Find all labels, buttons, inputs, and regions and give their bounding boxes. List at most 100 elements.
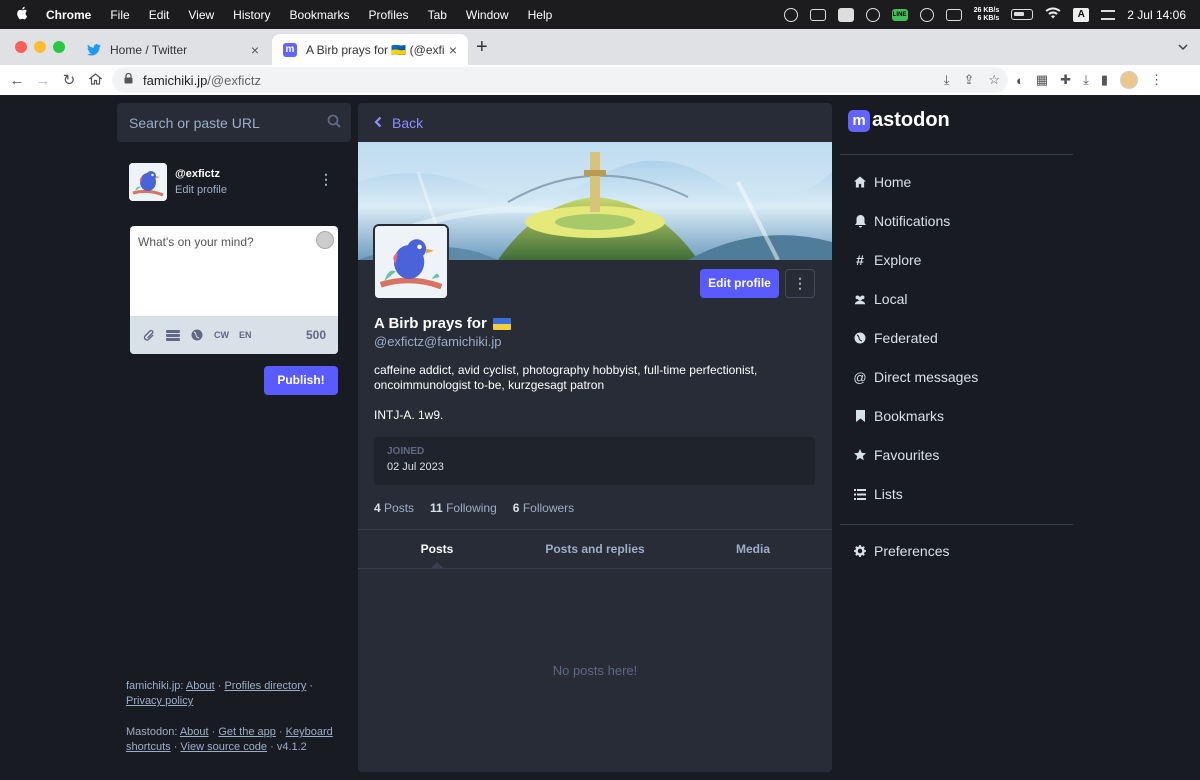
menu-edit[interactable]: Edit	[149, 8, 170, 22]
nav-item-federated[interactable]: Federated	[854, 330, 938, 346]
nav-item-explore[interactable]: # Explore	[854, 252, 921, 268]
apple-menu-icon[interactable]	[14, 6, 30, 23]
back-button[interactable]: Back	[358, 103, 832, 142]
chrome-menu-icon[interactable]: ⋮	[1150, 72, 1163, 88]
reload-icon[interactable]: ↻	[56, 71, 82, 89]
memory-stats-icon[interactable]	[945, 8, 962, 21]
nav-item-favourites[interactable]: Favourites	[854, 447, 939, 463]
menu-file[interactable]: File	[110, 8, 129, 22]
globe-visibility-icon[interactable]	[190, 328, 204, 342]
menu-profiles[interactable]: Profiles	[369, 8, 409, 22]
avatar[interactable]	[129, 163, 167, 201]
puzzle-icon[interactable]: ✚	[1060, 72, 1071, 88]
window-minimize-button[interactable]	[34, 41, 46, 53]
edit-profile-button[interactable]: Edit profile	[700, 269, 779, 298]
following-count-link[interactable]: 11 Following	[430, 501, 497, 515]
compose-box[interactable]: What's on your mind? CW EN 500	[130, 226, 338, 354]
tab-media[interactable]: Media	[674, 530, 832, 568]
profile-more-menu-icon[interactable]: ⋮	[785, 269, 815, 298]
new-tab-button[interactable]: +	[476, 36, 488, 59]
bookmark-star-icon[interactable]: ☆	[988, 72, 1000, 88]
mastodon-logo-text: astodon	[872, 109, 950, 131]
battery-icon[interactable]	[1011, 9, 1034, 20]
input-source-indicator[interactable]: A	[1073, 7, 1090, 22]
tab-posts[interactable]: Posts	[358, 530, 516, 569]
followers-count-link[interactable]: 6 Followers	[513, 501, 574, 515]
search-input[interactable]: Search or paste URL	[117, 103, 351, 142]
profile-acct: @exfictz@famichiki.jp	[374, 334, 502, 349]
nav-item-notifications[interactable]: Notifications	[854, 213, 950, 229]
menu-app-name[interactable]: Chrome	[46, 8, 91, 22]
menu-window[interactable]: Window	[466, 8, 509, 22]
paperclip-icon[interactable]	[142, 328, 156, 342]
nav-item-home[interactable]: Home	[854, 174, 911, 190]
server-about-link[interactable]: About	[186, 680, 215, 692]
globe-icon	[854, 332, 866, 344]
mastodon-about-link[interactable]: About	[180, 726, 209, 738]
nav-item-preferences[interactable]: Preferences	[854, 543, 949, 559]
privacy-policy-link[interactable]: Privacy policy	[126, 695, 193, 707]
dropbox-sync-icon[interactable]	[865, 7, 880, 22]
tab-mastodon-profile[interactable]: m A Birb prays for 🇺🇦 (@exfictz@ ×	[272, 34, 468, 65]
share-icon[interactable]: ⇪	[963, 72, 974, 88]
lock-icon[interactable]	[124, 72, 133, 87]
menu-bookmarks[interactable]: Bookmarks	[290, 8, 350, 22]
display-icon[interactable]	[809, 8, 826, 21]
address-bar[interactable]: famichiki.jp/@exfictz ⤓ ⇪ ☆	[112, 67, 1008, 93]
nav-item-lists[interactable]: Lists	[854, 486, 903, 502]
profile-avatar-icon[interactable]	[1119, 71, 1138, 89]
mastodon-logo[interactable]: m astodon	[848, 109, 950, 132]
window-zoom-button[interactable]	[53, 41, 65, 53]
menu-view[interactable]: View	[188, 8, 214, 22]
get-the-app-link[interactable]: Get the app	[218, 726, 276, 738]
menu-clock[interactable]: 2 Jul 14:06	[1127, 8, 1186, 22]
status-tray: LINE 26 KB/s 6 KB/s A 2 Jul 14:06	[783, 0, 1186, 29]
account-menu-icon[interactable]: ⋮	[319, 171, 333, 188]
profiles-directory-link[interactable]: Profiles directory	[224, 680, 306, 692]
line-app-icon[interactable]: LINE	[891, 8, 908, 21]
tab-title: A Birb prays for 🇺🇦 (@exfictz@	[306, 42, 444, 57]
menu-help[interactable]: Help	[528, 8, 553, 22]
profile-avatar[interactable]	[373, 224, 449, 300]
back-arrow-icon[interactable]: ←	[4, 72, 30, 89]
translate-extension-icon[interactable]: ▦	[1036, 72, 1048, 88]
network-speed[interactable]: 26 KB/s 6 KB/s	[974, 7, 1000, 23]
joined-field: JOINED 02 Jul 2023	[374, 437, 815, 485]
wifi-icon[interactable]	[1045, 7, 1061, 22]
edit-profile-link[interactable]: Edit profile	[175, 184, 227, 196]
menu-history[interactable]: History	[233, 8, 270, 22]
tab-twitter[interactable]: Home / Twitter ×	[76, 34, 270, 65]
control-center-icon[interactable]	[1101, 9, 1116, 20]
account-handle[interactable]: @exfictz	[175, 168, 220, 180]
nav-item-local[interactable]: Local	[854, 291, 907, 307]
content-warning-button[interactable]: CW	[214, 330, 229, 340]
bio-paragraph: caffeine addict, avid cyclist, photograp…	[374, 363, 758, 392]
downloads-icon[interactable]: ⤓	[1083, 72, 1089, 88]
tab-close-icon[interactable]: ×	[246, 42, 264, 58]
forward-arrow-icon[interactable]: →	[30, 72, 56, 89]
tab-close-icon[interactable]: ×	[444, 42, 462, 58]
at-icon: @	[853, 369, 867, 385]
poll-icon[interactable]	[166, 328, 180, 342]
tab-posts-and-replies[interactable]: Posts and replies	[516, 530, 674, 568]
search-icon[interactable]	[327, 114, 341, 128]
tab-search-chevron-icon[interactable]	[1178, 39, 1188, 53]
cloud-icon[interactable]	[783, 7, 798, 22]
divider	[840, 524, 1073, 525]
nav-item-bookmarks[interactable]: Bookmarks	[854, 408, 944, 424]
browser-tab-strip: Home / Twitter × m A Birb prays for 🇺🇦 (…	[0, 29, 1200, 65]
view-source-link[interactable]: View source code	[180, 741, 267, 753]
publish-button[interactable]: Publish!	[264, 366, 338, 395]
dropbox-icon[interactable]	[837, 7, 854, 22]
menu-tab[interactable]: Tab	[428, 8, 447, 22]
install-app-icon[interactable]: ⤓	[944, 72, 950, 88]
language-button[interactable]: EN	[239, 330, 252, 340]
extension-icon[interactable]: ◐	[1016, 73, 1024, 88]
nav-item-direct-messages[interactable]: @ Direct messages	[853, 369, 978, 385]
emoji-picker-icon[interactable]	[316, 231, 334, 249]
side-panel-icon[interactable]: ▮	[1101, 72, 1108, 88]
posts-count-link[interactable]: 4 Posts	[374, 501, 414, 515]
home-browser-icon[interactable]	[82, 72, 108, 89]
window-close-button[interactable]	[15, 41, 27, 53]
focus-icon[interactable]	[919, 7, 934, 22]
